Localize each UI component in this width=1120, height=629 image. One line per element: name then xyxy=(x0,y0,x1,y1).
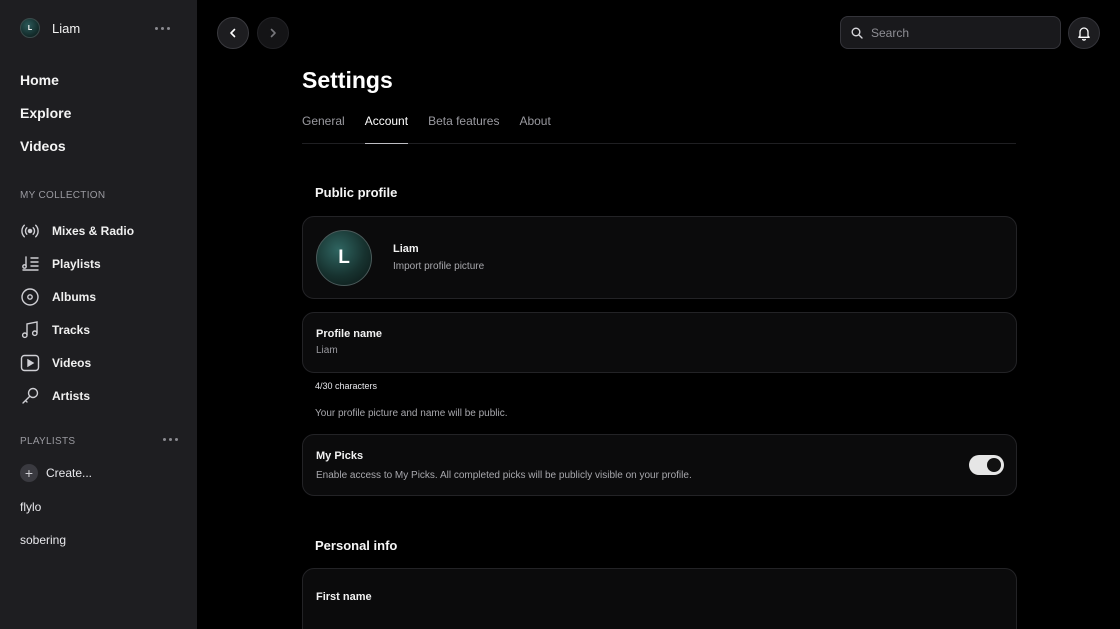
notifications-button[interactable] xyxy=(1068,17,1100,49)
collection-nav: Mixes & Radio Playlists Albums Tracks Vi… xyxy=(19,214,134,412)
music-note-icon xyxy=(19,319,41,341)
main-nav: Home Explore Videos xyxy=(20,70,71,169)
create-playlist-button[interactable]: + Create... xyxy=(20,464,92,482)
back-button[interactable] xyxy=(217,17,249,49)
playlists-section-label: PLAYLISTS xyxy=(20,436,76,447)
tab-beta-features[interactable]: Beta features xyxy=(428,114,499,144)
my-picks-card: My Picks Enable access to My Picks. All … xyxy=(302,434,1017,496)
first-name-card[interactable]: First name xyxy=(302,568,1017,629)
sidebar-item-label: Videos xyxy=(52,355,92,370)
search-box[interactable] xyxy=(840,16,1061,49)
personal-info-heading: Personal info xyxy=(315,538,398,553)
profile-display-name: Liam xyxy=(393,243,419,255)
user-more-icon[interactable] xyxy=(153,23,172,34)
microphone-icon xyxy=(19,385,41,407)
collection-section-label: MY COLLECTION xyxy=(20,190,106,201)
sidebar-item-label: Albums xyxy=(52,289,97,304)
tab-general[interactable]: General xyxy=(302,114,345,144)
sidebar-item-label: Artists xyxy=(52,388,91,403)
nav-home[interactable]: Home xyxy=(20,70,71,103)
playlist-item[interactable]: flylo xyxy=(20,500,41,514)
sidebar-item-label: Mixes & Radio xyxy=(52,223,135,238)
sidebar-item-videos[interactable]: Videos xyxy=(19,346,134,379)
user-row[interactable]: L Liam xyxy=(20,17,172,39)
album-icon xyxy=(19,286,41,308)
sidebar-item-artists[interactable]: Artists xyxy=(19,379,134,412)
chevron-left-icon xyxy=(230,28,236,38)
import-profile-picture-link[interactable]: Import profile picture xyxy=(393,261,484,272)
char-count: 4/30 characters xyxy=(315,381,378,391)
sidebar-item-label: Tracks xyxy=(52,322,91,337)
profile-name-label: Profile name xyxy=(316,328,383,340)
tab-account[interactable]: Account xyxy=(364,114,409,144)
my-picks-toggle[interactable] xyxy=(969,455,1004,475)
settings-tabs: General Account Beta features About xyxy=(302,114,1016,144)
video-icon xyxy=(19,352,41,374)
sidebar-item-mixes-radio[interactable]: Mixes & Radio xyxy=(19,214,134,247)
create-label: Create... xyxy=(46,466,93,480)
chevron-right-icon xyxy=(270,28,276,38)
nav-videos[interactable]: Videos xyxy=(20,136,71,169)
nav-explore[interactable]: Explore xyxy=(20,103,71,136)
search-icon xyxy=(851,27,863,39)
sidebar: L Liam Home Explore Videos MY COLLECTION… xyxy=(0,0,197,629)
tab-about[interactable]: About xyxy=(519,114,550,144)
forward-button[interactable] xyxy=(257,17,289,49)
sidebar-item-label: Playlists xyxy=(52,256,101,271)
search-input[interactable] xyxy=(871,25,1041,40)
first-name-label: First name xyxy=(316,591,372,603)
playlist-icon xyxy=(19,253,41,275)
page-title: Settings xyxy=(302,67,393,93)
plus-icon: + xyxy=(20,464,38,482)
playlist-item[interactable]: sobering xyxy=(20,533,66,547)
profile-card: L Liam Import profile picture xyxy=(302,216,1017,299)
avatar[interactable]: L xyxy=(20,18,40,38)
playlists-more-icon[interactable] xyxy=(161,434,180,445)
public-note: Your profile picture and name will be pu… xyxy=(315,408,508,419)
sidebar-item-playlists[interactable]: Playlists xyxy=(19,247,134,280)
profile-name-field[interactable] xyxy=(316,345,996,356)
user-name[interactable]: Liam xyxy=(52,21,80,36)
sidebar-item-albums[interactable]: Albums xyxy=(19,280,134,313)
my-picks-title: My Picks xyxy=(316,450,364,462)
radio-icon xyxy=(19,220,41,242)
sidebar-item-tracks[interactable]: Tracks xyxy=(19,313,134,346)
my-picks-description: Enable access to My Picks. All completed… xyxy=(316,470,692,481)
bell-icon xyxy=(1078,27,1090,41)
profile-name-card[interactable]: Profile name xyxy=(302,312,1017,373)
profile-avatar[interactable]: L xyxy=(316,230,372,286)
public-profile-heading: Public profile xyxy=(315,185,398,200)
toggle-knob xyxy=(987,458,1001,472)
